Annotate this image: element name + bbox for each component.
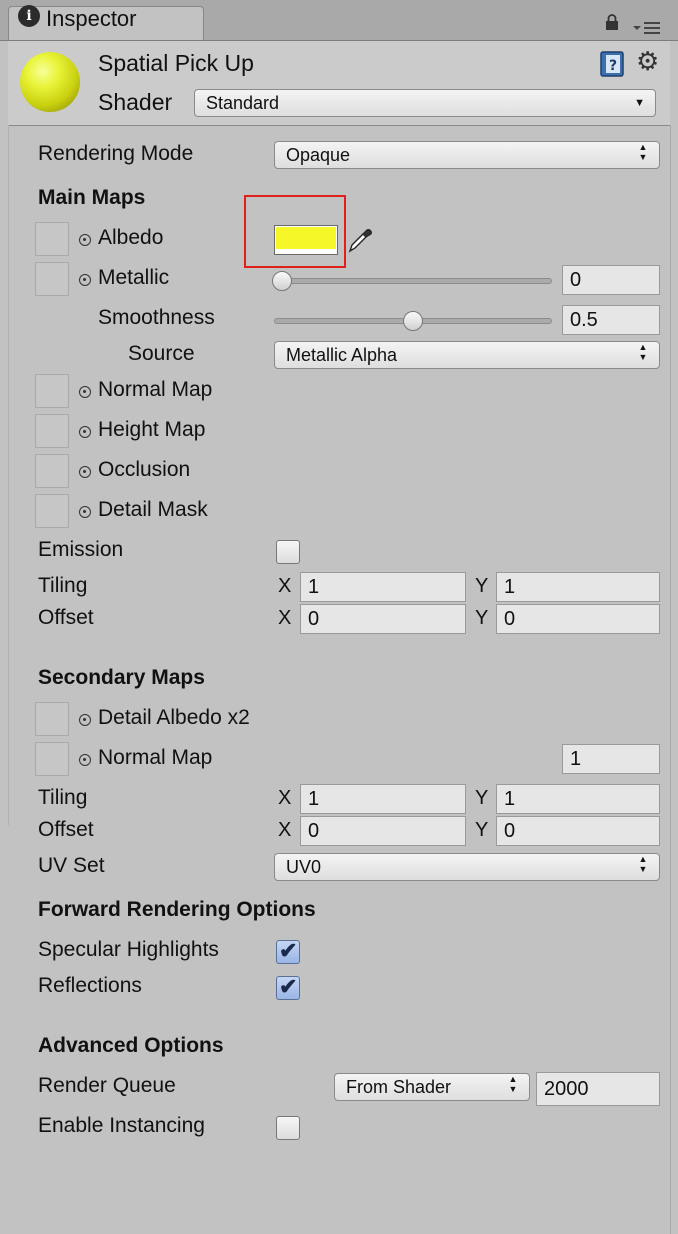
- secondary-tiling-y-label: Y: [475, 787, 489, 809]
- section-forward-rendering: Forward Rendering Options: [38, 898, 316, 921]
- secondary-offset-y-label: Y: [475, 819, 489, 841]
- tiling-x-label: X: [278, 575, 292, 597]
- specular-highlights-label: Specular Highlights: [38, 938, 219, 961]
- tiling-x-field[interactable]: 1: [300, 572, 466, 602]
- gear-icon[interactable]: ⚙: [636, 46, 666, 76]
- source-label: Source: [128, 342, 195, 365]
- object-picker-icon[interactable]: [79, 506, 91, 518]
- object-picker-icon[interactable]: [79, 426, 91, 438]
- secondary-offset-y-field[interactable]: 0: [496, 816, 660, 846]
- render-queue-label: Render Queue: [38, 1074, 176, 1097]
- enable-instancing-checkbox[interactable]: [276, 1116, 300, 1140]
- metallic-slider-track[interactable]: [274, 278, 552, 284]
- secondary-offset-x-field[interactable]: 0: [300, 816, 466, 846]
- tiling-y-field[interactable]: 1: [496, 572, 660, 602]
- eyedropper-icon[interactable]: [346, 224, 374, 254]
- shader-label: Shader: [98, 89, 173, 115]
- section-advanced-options: Advanced Options: [38, 1034, 224, 1057]
- secondary-tiling-label: Tiling: [38, 786, 88, 809]
- normal-map-label: Normal Map: [98, 378, 213, 401]
- tab-label: Inspector: [46, 6, 137, 31]
- check-icon: ✔: [279, 974, 298, 999]
- secondary-offset-label: Offset: [38, 818, 94, 841]
- offset-y-label: Y: [475, 607, 489, 629]
- lock-icon[interactable]: [604, 14, 620, 30]
- material-preview-sphere[interactable]: [20, 52, 80, 112]
- updown-arrow-icon: ▲▼: [638, 342, 648, 362]
- offset-x-field[interactable]: 0: [300, 604, 466, 634]
- secondary-tiling-x-label: X: [278, 787, 292, 809]
- render-queue-dropdown-value: From Shader: [346, 1077, 452, 1097]
- shader-value: Standard: [206, 93, 280, 113]
- info-icon: i: [18, 5, 40, 27]
- tiling-label: Tiling: [38, 574, 88, 597]
- check-icon: ✔: [279, 938, 298, 963]
- offset-x-label: X: [278, 607, 292, 629]
- object-picker-icon[interactable]: [79, 714, 91, 726]
- albedo-texture-slot[interactable]: [35, 222, 69, 256]
- uv-set-dropdown[interactable]: UV0 ▲▼: [274, 853, 660, 881]
- occlusion-label: Occlusion: [98, 458, 191, 481]
- material-name: Spatial Pick Up: [98, 50, 254, 76]
- scrollbar[interactable]: [670, 125, 678, 1234]
- menu-icon[interactable]: [632, 20, 662, 36]
- normal-map-texture-slot[interactable]: [35, 374, 69, 408]
- albedo-label: Albedo: [98, 226, 164, 249]
- shader-dropdown[interactable]: Standard ▼: [194, 89, 656, 117]
- source-value: Metallic Alpha: [286, 345, 398, 365]
- help-book-icon[interactable]: ?: [598, 50, 626, 78]
- metallic-label: Metallic: [98, 266, 170, 289]
- updown-arrow-icon: ▲▼: [508, 1074, 518, 1094]
- section-main-maps: Main Maps: [38, 186, 146, 209]
- occlusion-texture-slot[interactable]: [35, 454, 69, 488]
- height-map-texture-slot[interactable]: [35, 414, 69, 448]
- panel-border: [8, 125, 9, 825]
- object-picker-icon[interactable]: [79, 466, 91, 478]
- detail-mask-label: Detail Mask: [98, 498, 208, 521]
- secondary-tiling-y-field[interactable]: 1: [496, 784, 660, 814]
- secondary-normal-map-label: Normal Map: [98, 746, 213, 769]
- updown-arrow-icon: ▲▼: [638, 142, 648, 162]
- updown-arrow-icon: ▲▼: [638, 854, 648, 874]
- secondary-offset-x-label: X: [278, 819, 292, 841]
- secondary-tiling-x-field[interactable]: 1: [300, 784, 466, 814]
- smoothness-slider-handle[interactable]: [403, 311, 423, 331]
- section-secondary-maps: Secondary Maps: [38, 666, 205, 689]
- reflections-label: Reflections: [38, 974, 142, 997]
- uv-set-label: UV Set: [38, 854, 105, 877]
- emission-label: Emission: [38, 538, 124, 561]
- object-picker-icon[interactable]: [79, 274, 91, 286]
- metallic-texture-slot[interactable]: [35, 262, 69, 296]
- secondary-normal-map-texture-slot[interactable]: [35, 742, 69, 776]
- emission-checkbox[interactable]: [276, 540, 300, 564]
- tiling-y-label: Y: [475, 575, 489, 597]
- rendering-mode-label: Rendering Mode: [38, 142, 194, 165]
- enable-instancing-label: Enable Instancing: [38, 1114, 205, 1137]
- object-picker-icon[interactable]: [79, 754, 91, 766]
- render-queue-dropdown[interactable]: From Shader ▲▼: [334, 1073, 530, 1101]
- object-picker-icon[interactable]: [79, 386, 91, 398]
- highlight-box: [244, 195, 346, 268]
- object-picker-icon[interactable]: [79, 234, 91, 246]
- uv-set-value: UV0: [286, 857, 322, 877]
- offset-y-field[interactable]: 0: [496, 604, 660, 634]
- metallic-slider-handle[interactable]: [272, 271, 292, 291]
- svg-text:?: ?: [609, 58, 617, 74]
- secondary-normal-scale-field[interactable]: 1: [562, 744, 660, 774]
- smoothness-label: Smoothness: [98, 306, 215, 329]
- smoothness-value-field[interactable]: 0.5: [562, 305, 660, 335]
- chevron-down-icon: ▼: [634, 97, 645, 109]
- height-map-label: Height Map: [98, 418, 206, 441]
- detail-albedo-texture-slot[interactable]: [35, 702, 69, 736]
- rendering-mode-dropdown[interactable]: Opaque ▲▼: [274, 141, 660, 169]
- detail-albedo-label: Detail Albedo x2: [98, 706, 250, 729]
- rendering-mode-value: Opaque: [286, 145, 351, 165]
- render-queue-value-field[interactable]: 2000: [536, 1072, 660, 1106]
- specular-highlights-checkbox[interactable]: ✔: [276, 938, 300, 964]
- reflections-checkbox[interactable]: ✔: [276, 974, 300, 1000]
- offset-label: Offset: [38, 606, 94, 629]
- source-dropdown[interactable]: Metallic Alpha ▲▼: [274, 341, 660, 369]
- metallic-value-field[interactable]: 0: [562, 265, 660, 295]
- detail-mask-texture-slot[interactable]: [35, 494, 69, 528]
